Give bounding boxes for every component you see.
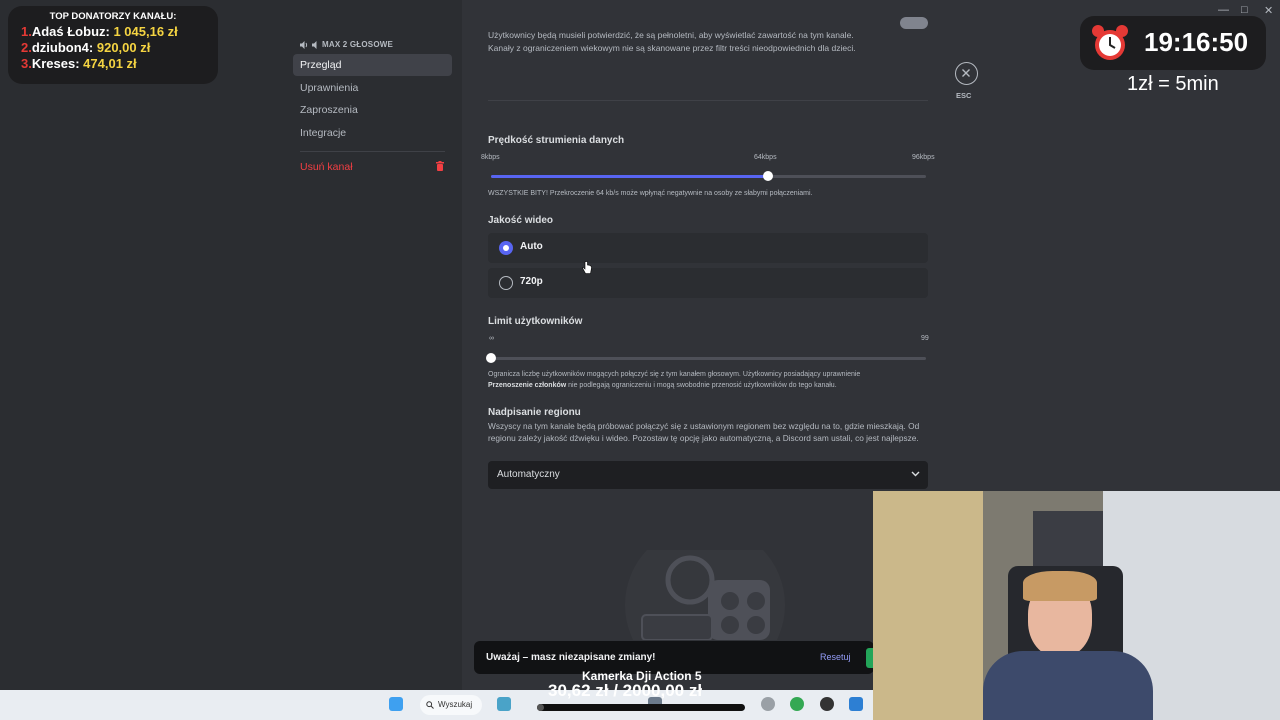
minimize-button[interactable]: — — [1218, 4, 1229, 16]
bitrate-warning: WSZYSTKIE BITY! Przekroczenie 64 kb/s mo… — [488, 190, 813, 197]
app-icon[interactable] — [761, 697, 775, 711]
esc-label: ESC — [956, 91, 972, 100]
speaker-icon — [312, 40, 317, 49]
delete-channel-label: Usuń kanał — [300, 161, 353, 173]
donor-name: Kreses: — [31, 56, 80, 71]
sidebar-divider — [300, 151, 445, 152]
user-limit-slider-track[interactable] — [491, 357, 926, 360]
unsaved-changes-message: Uważaj – masz niezapisane zmiany! — [486, 652, 656, 663]
age-restricted-toggle[interactable] — [900, 17, 928, 29]
channel-header-label: MAX 2 GŁOSOWE — [322, 40, 394, 49]
hand-cursor-icon — [582, 261, 592, 274]
donor-name: dziubon4: — [31, 40, 94, 55]
bitrate-tick-mid: 64kbps — [754, 154, 777, 161]
user-limit-max-label: 99 — [921, 335, 929, 342]
speaker-icon — [300, 40, 308, 49]
sidebar-item-label: Uprawnienia — [300, 82, 359, 94]
close-window-button[interactable]: ✕ — [1264, 4, 1273, 17]
user-limit-desc-permission: Przenoszenie członków — [488, 382, 567, 389]
bitrate-tick-max: 96kbps — [912, 154, 935, 161]
donor-amount: 920,00 zł — [96, 40, 151, 55]
donor-rank: 1. — [21, 24, 32, 39]
user-limit-title: Limit użytkowników — [488, 316, 583, 327]
close-settings-button[interactable] — [955, 62, 978, 85]
obs-icon[interactable] — [820, 697, 834, 711]
user-limit-desc-text: Ogranicza liczbę użytkowników mogących p… — [488, 371, 861, 378]
donor-name: Adaś Łobuz: — [31, 24, 110, 39]
app-icon[interactable] — [849, 697, 863, 711]
donor-entry: 3.Kreses: 474,01 zł — [21, 56, 137, 71]
bitrate-tick-min: 8kbps — [481, 154, 500, 161]
channel-header: MAX 2 GŁOSOWE — [300, 40, 393, 49]
video-quality-option-auto[interactable]: Auto — [488, 233, 928, 263]
app-icon[interactable] — [497, 697, 511, 711]
goal-progress-bar — [537, 704, 745, 711]
stream-timer: 19:16:50 — [1144, 27, 1249, 57]
taskbar-search[interactable]: Wyszukaj — [420, 695, 482, 715]
user-limit-desc-text-2: nie podlegają ograniczeniu i mogą swobod… — [568, 382, 837, 389]
sidebar-item-label: Przegląd — [300, 59, 342, 71]
section-divider — [488, 100, 928, 101]
user-limit-slider-handle[interactable] — [486, 353, 496, 363]
bitrate-slider-handle[interactable] — [762, 171, 773, 181]
radio-unselected-icon — [499, 276, 513, 290]
sidebar-item-overview[interactable]: Przegląd — [293, 54, 452, 76]
donor-entry: 1.Adaś Łobuz: 1 045,16 zł — [21, 24, 178, 39]
radio-selected-icon — [499, 241, 513, 255]
close-icon — [962, 69, 970, 77]
bitrate-slider-fill — [491, 175, 768, 178]
goal-progress-fill — [537, 704, 544, 711]
sidebar-item-label: Integracje — [300, 127, 347, 139]
video-quality-option-label: Auto — [520, 241, 543, 252]
taskbar-search-label: Wyszukaj — [438, 700, 473, 709]
chrome-icon[interactable] — [790, 697, 804, 711]
region-description: Wszyscy na tym kanale będą próbować połą… — [488, 421, 920, 443]
bitrate-title: Prędkość strumienia danych — [488, 135, 625, 146]
region-title: Nadpisanie regionu — [488, 407, 581, 418]
reset-button[interactable]: Resetuj — [820, 652, 851, 662]
alarm-clock-icon — [1092, 25, 1128, 60]
age-restricted-description: Użytkownicy będą musieli potwierdzić, że… — [488, 30, 856, 53]
timer-rate-label: 1zł = 5min — [1127, 73, 1219, 95]
sidebar-item-label: Zaproszenia — [300, 104, 358, 116]
trash-icon[interactable] — [436, 161, 444, 171]
donor-entry: 2.dziubon4: 920,00 zł — [21, 40, 150, 55]
donor-rank: 3. — [21, 56, 32, 71]
user-limit-min-label: ∞ — [489, 335, 494, 342]
donor-rank: 2. — [21, 40, 32, 55]
region-select-value: Automatyczny — [497, 469, 560, 480]
maximize-button[interactable]: □ — [1241, 4, 1248, 16]
sidebar-item-permissions[interactable]: Uprawnienia — [293, 77, 452, 99]
start-icon[interactable] — [389, 697, 403, 711]
user-limit-description: Ogranicza liczbę użytkowników mogących p… — [488, 369, 918, 391]
top-donors-title: TOP DONATORZY KANAŁU: — [49, 11, 177, 22]
goal-amount: 30,62 zł / 2000,00 zł — [548, 681, 703, 700]
video-quality-title: Jakość wideo — [488, 215, 554, 226]
delete-channel-button[interactable]: Usuń kanał — [293, 156, 452, 178]
donor-amount: 474,01 zł — [83, 56, 137, 71]
top-donors-panel: TOP DONATORZY KANAŁU: 1.Adaś Łobuz: 1 04… — [8, 6, 218, 84]
mixer-illustration — [625, 550, 785, 640]
webcam-feed — [873, 491, 1280, 720]
region-select[interactable]: Automatyczny — [488, 461, 928, 489]
video-quality-option-label: 720p — [520, 276, 543, 287]
chevron-down-icon — [911, 471, 920, 477]
stream-timer-panel: 19:16:50 — [1080, 16, 1266, 70]
search-icon — [426, 701, 434, 709]
sidebar-item-integrations[interactable]: Integracje — [293, 122, 452, 144]
sidebar-item-invites[interactable]: Zaproszenia — [293, 99, 452, 121]
donor-amount: 1 045,16 zł — [113, 24, 178, 39]
video-quality-option-720p[interactable]: 720p — [488, 268, 928, 298]
